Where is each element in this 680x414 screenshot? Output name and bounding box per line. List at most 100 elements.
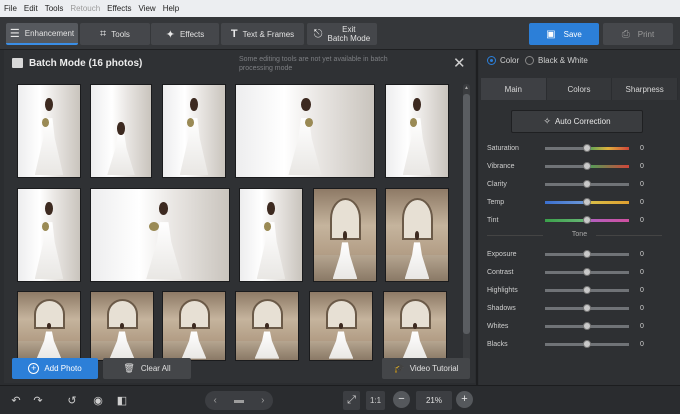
tab-text-frames-label: Text & Frames [242,29,295,39]
tab-tools[interactable]: ⌗ Tools [80,23,150,45]
slider-label: Tint [487,216,499,224]
menu-tools[interactable]: Tools [45,4,64,13]
slider-knob[interactable] [583,216,591,224]
photo-thumbnail[interactable] [90,84,152,178]
undo-icon[interactable]: ↶ [8,391,24,410]
tab-effects-label: Effects [179,29,205,39]
photo-thumbnail[interactable] [235,84,375,178]
photo-thumbnail[interactable] [17,291,81,361]
menu-view[interactable]: View [138,4,155,13]
mode-bw-option[interactable]: Black & White [525,56,588,65]
slider-knob[interactable] [583,286,591,294]
zoom-in-icon[interactable]: + [456,391,473,408]
mode-bw-label: Black & White [538,56,588,65]
save-button[interactable]: ▣ Save [529,23,599,45]
menu-bar: File Edit Tools Retouch Effects View Hel… [0,0,680,17]
slider-saturation[interactable]: Saturation 0 [487,141,677,155]
magic-wand-icon: ✦ [165,28,175,41]
slider-knob[interactable] [583,250,591,258]
photo-thumbnail[interactable] [17,188,81,282]
print-button: ⎙ Print [603,23,673,45]
slider-value: 0 [640,286,644,294]
trash-icon: 🗑 [123,363,135,373]
tab-sharpness[interactable]: Sharpness [612,78,679,100]
slider-temp[interactable]: Temp 0 [487,195,677,209]
slider-blacks[interactable]: Blacks 0 [487,337,677,351]
color-mode: Color Black & White [479,50,680,72]
slider-value: 0 [640,340,644,348]
chevron-right-icon[interactable]: › [261,395,264,406]
scrollbar-thumb[interactable] [463,94,470,334]
tab-text-frames[interactable]: T Text & Frames [221,23,304,45]
photo-thumbnail[interactable] [239,188,303,282]
slider-whites[interactable]: Whites 0 [487,319,677,333]
redo-icon[interactable]: ↷ [30,391,46,410]
magic-wand-icon: ✧ [543,116,551,126]
tab-tools-label: Tools [111,29,130,39]
eye-icon[interactable]: ◉ [90,391,106,410]
slider-contrast[interactable]: Contrast 0 [487,265,677,279]
photo-thumbnail[interactable] [385,84,449,178]
slider-knob[interactable] [583,144,591,152]
photo-thumbnail[interactable] [17,84,81,178]
mode-color-option[interactable]: Color [487,56,519,65]
grid-scrollbar[interactable]: ▲ [463,84,470,364]
slider-label: Vibrance [487,162,515,170]
slider-knob[interactable] [583,180,591,188]
menu-effects[interactable]: Effects [107,4,131,13]
slider-knob[interactable] [583,162,591,170]
menu-retouch: Retouch [70,4,101,13]
photo-thumbnail[interactable] [235,291,299,361]
batch-title: Batch Mode (16 photos) [29,58,143,69]
zoom-fit-button[interactable]: 1:1 [366,391,385,410]
clear-all-label: Clear All [140,364,171,373]
slider-knob[interactable] [583,322,591,330]
scroll-up-icon[interactable]: ▲ [464,85,469,91]
slider-vibrance[interactable]: Vibrance 0 [487,159,677,173]
auto-correction-button[interactable]: ✧ Auto Correction [511,110,643,133]
photo-thumbnail[interactable] [383,291,447,361]
slider-knob[interactable] [583,304,591,312]
tab-enhancement[interactable]: ☰ Enhancement [6,23,78,45]
menu-help[interactable]: Help [163,4,179,13]
slider-label: Clarity [487,180,507,188]
video-tutorial-button[interactable]: 🎓 Video Tutorial [382,358,470,379]
photo-thumbnail[interactable] [309,291,373,361]
slider-shadows[interactable]: Shadows 0 [487,301,677,315]
photo-thumbnail[interactable] [313,188,377,282]
reset-icon[interactable]: ↺ [64,391,80,410]
zoom-level[interactable]: 21% [416,391,452,410]
radio-selected-icon [487,56,496,65]
batch-header: Batch Mode (16 photos) Some editing tool… [4,50,475,77]
close-icon[interactable]: ✕ [453,54,466,72]
add-photo-button[interactable]: + Add Photo [12,358,98,379]
folder-icon[interactable]: ▬ [234,395,244,406]
exit-batch-mode-button[interactable]: ⎋ Exit Batch Mode [307,23,377,45]
photo-thumbnail[interactable] [90,291,154,361]
fit-to-screen-icon[interactable]: ⤢ [343,391,360,410]
slider-label: Temp [487,198,505,206]
photo-thumbnail[interactable] [162,84,226,178]
tab-main[interactable]: Main [481,78,547,100]
photo-thumbnail[interactable] [90,188,230,282]
photo-thumbnail[interactable] [162,291,226,361]
tab-effects[interactable]: ✦ Effects [151,23,219,45]
zoom-out-icon[interactable]: − [393,391,410,408]
slider-value: 0 [640,162,644,170]
compare-icon[interactable]: ◧ [114,391,130,410]
menu-file[interactable]: File [4,4,17,13]
printer-icon: ⎙ [621,28,630,40]
slider-exposure[interactable]: Exposure 0 [487,247,677,261]
chevron-left-icon[interactable]: ‹ [214,395,217,406]
mode-color-label: Color [500,56,520,65]
slider-highlights[interactable]: Highlights 0 [487,283,677,297]
tab-colors[interactable]: Colors [546,78,613,100]
photo-thumbnail[interactable] [385,188,449,282]
slider-tint[interactable]: Tint 0 [487,213,677,227]
slider-knob[interactable] [583,268,591,276]
slider-clarity[interactable]: Clarity 0 [487,177,677,191]
clear-all-button[interactable]: 🗑 Clear All [103,358,191,379]
slider-knob[interactable] [583,198,591,206]
slider-knob[interactable] [583,340,591,348]
menu-edit[interactable]: Edit [24,4,38,13]
